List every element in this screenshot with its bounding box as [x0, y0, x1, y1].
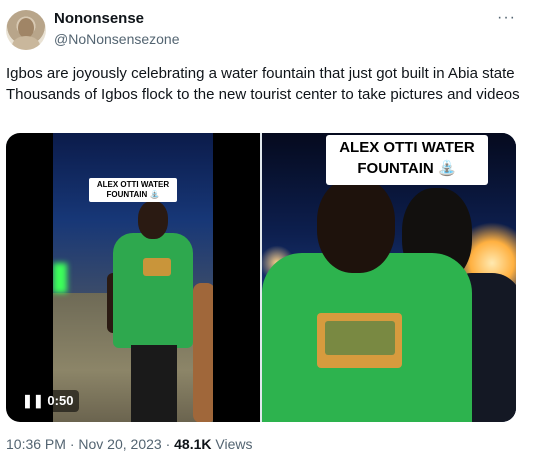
tweet-card[interactable]: Nononsense @NoNonsensezone ··· Igbos are… [0, 0, 534, 471]
duration-text: 0:50 [47, 393, 74, 408]
separator-dot: · [165, 436, 171, 452]
green-light [53, 263, 67, 293]
more-icon[interactable]: ··· [497, 9, 516, 27]
avatar[interactable] [6, 10, 46, 50]
tweet-date[interactable]: Nov 20, 2023 [78, 436, 161, 452]
separator-dot: · [69, 436, 75, 452]
bystander [193, 283, 213, 422]
views-label: Views [215, 436, 253, 452]
video-caption-left: ALEX OTTI WATER FOUNTAIN ⛲ [89, 178, 177, 202]
pause-icon[interactable]: ❚❚ [22, 393, 44, 408]
tweet-text: Igbos are joyously celebrating a water f… [6, 65, 520, 103]
video-media[interactable]: ALEX OTTI WATER FOUNTAIN ⛲ ❚❚ 0:50 ALEX … [6, 133, 516, 422]
views-count: 48.1K [174, 436, 212, 452]
tweet-meta: 10:36 PM · Nov 20, 2023 · 48.1K Views [6, 436, 252, 452]
author-name[interactable]: Nononsense [54, 10, 144, 27]
video-duration[interactable]: ❚❚ 0:50 [16, 390, 80, 412]
tweet-time[interactable]: 10:36 PM [6, 436, 66, 452]
author-handle[interactable]: @NoNonsensezone [54, 31, 180, 47]
video-frame-right[interactable]: ALEX OTTI WATER FOUNTAIN ⛲ [262, 133, 516, 422]
scene-left [53, 133, 213, 422]
video-caption-right: ALEX OTTI WATER FOUNTAIN ⛲ [326, 135, 488, 185]
video-frame-left[interactable]: ALEX OTTI WATER FOUNTAIN ⛲ ❚❚ 0:50 [6, 133, 260, 422]
avatar-face [18, 18, 34, 38]
avatar-body [12, 36, 40, 50]
